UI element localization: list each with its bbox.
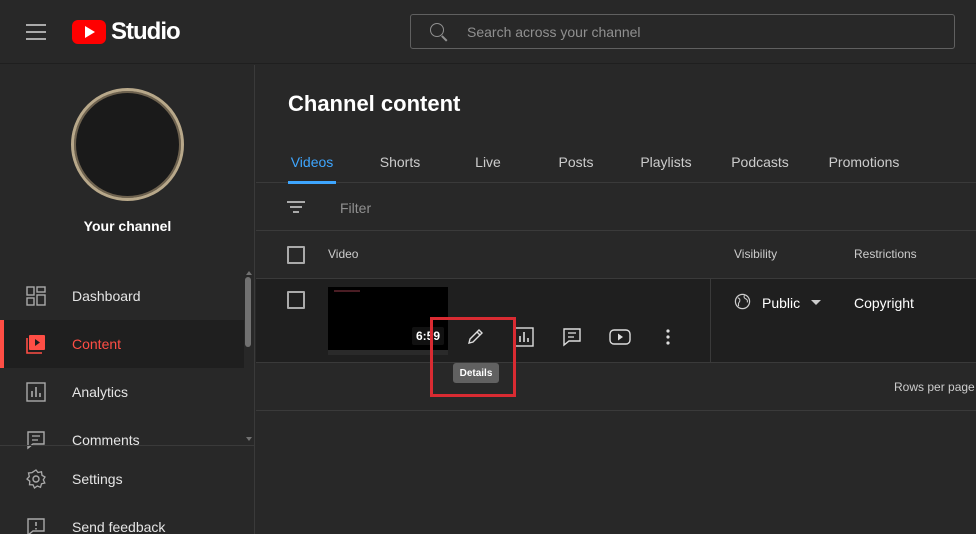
sidebar-item-label: Send feedback xyxy=(72,519,166,534)
details-tooltip: Details xyxy=(453,363,499,383)
more-options-icon[interactable] xyxy=(656,327,680,347)
top-bar: Studio xyxy=(0,0,976,64)
filter-bar xyxy=(256,183,976,231)
channel-avatar[interactable] xyxy=(71,88,184,201)
column-divider xyxy=(710,279,711,363)
page-title: Channel content xyxy=(288,91,461,116)
main-content: Channel content Videos Shorts Live Posts… xyxy=(256,65,976,534)
column-header-video: Video xyxy=(328,247,359,261)
dashboard-icon xyxy=(26,286,46,306)
comments-icon[interactable] xyxy=(560,327,584,347)
sidebar-item-content[interactable]: Content xyxy=(0,320,244,368)
chevron-down-icon[interactable] xyxy=(811,300,821,305)
feedback-icon xyxy=(27,518,45,534)
search-input[interactable] xyxy=(467,23,927,40)
logo-text: Studio xyxy=(111,18,181,45)
youtube-play-icon xyxy=(72,20,106,44)
studio-logo[interactable]: Studio xyxy=(72,18,181,46)
channel-label: Your channel xyxy=(83,218,172,234)
column-header-visibility[interactable]: Visibility xyxy=(734,247,777,261)
select-all-checkbox[interactable] xyxy=(287,246,305,264)
tab-videos[interactable]: Videos xyxy=(288,140,336,184)
filter-input[interactable] xyxy=(340,198,640,218)
tab-promotions[interactable]: Promotions xyxy=(824,140,904,183)
tab-playlists[interactable]: Playlists xyxy=(636,140,696,183)
tab-podcasts[interactable]: Podcasts xyxy=(728,140,792,183)
menu-icon[interactable] xyxy=(26,24,46,40)
table-header: Video Visibility Restrictions xyxy=(256,231,976,279)
table-row[interactable]: 6:59 Public Copyright xyxy=(256,279,976,363)
sidebar-item-label: Settings xyxy=(72,471,123,487)
highlight-box xyxy=(430,317,516,397)
globe-icon xyxy=(734,293,751,310)
sidebar-scrollbar[interactable] xyxy=(245,277,251,347)
sidebar-item-settings[interactable]: Settings xyxy=(0,455,244,503)
visibility-label[interactable]: Public xyxy=(762,295,800,311)
column-header-restrictions[interactable]: Restrictions xyxy=(854,247,917,261)
pagination-bar: Rows per page xyxy=(256,363,976,411)
search-box[interactable] xyxy=(410,14,955,49)
sidebar-item-send-feedback[interactable]: Send feedback xyxy=(0,503,244,534)
thumbnail-mark xyxy=(334,290,360,292)
gear-icon xyxy=(26,469,46,489)
tab-live[interactable]: Live xyxy=(468,140,508,183)
analytics-icon xyxy=(26,382,46,402)
sidebar-divider xyxy=(0,445,255,446)
scroll-down-arrow[interactable] xyxy=(246,437,252,441)
tab-posts[interactable]: Posts xyxy=(552,140,600,183)
filter-icon[interactable] xyxy=(287,201,305,213)
content-icon xyxy=(26,335,45,354)
search-icon[interactable] xyxy=(429,22,449,42)
sidebar-item-label: Dashboard xyxy=(72,288,141,304)
youtube-icon[interactable] xyxy=(608,327,632,347)
rows-per-page-label: Rows per page xyxy=(894,380,975,394)
sidebar-item-label: Content xyxy=(72,336,122,352)
sidebar-item-dashboard[interactable]: Dashboard xyxy=(0,272,244,320)
comments-icon xyxy=(27,431,45,450)
sidebar: Your channel Dashboard Content Analytics xyxy=(0,65,255,534)
sidebar-item-analytics[interactable]: Analytics xyxy=(0,368,244,416)
restriction-label[interactable]: Copyright xyxy=(854,295,914,311)
tab-shorts[interactable]: Shorts xyxy=(374,140,426,183)
sidebar-item-label: Analytics xyxy=(72,384,129,400)
content-tabs: Videos Shorts Live Posts Playlists Podca… xyxy=(256,140,976,184)
row-checkbox[interactable] xyxy=(287,291,305,309)
scroll-up-arrow[interactable] xyxy=(246,271,252,275)
